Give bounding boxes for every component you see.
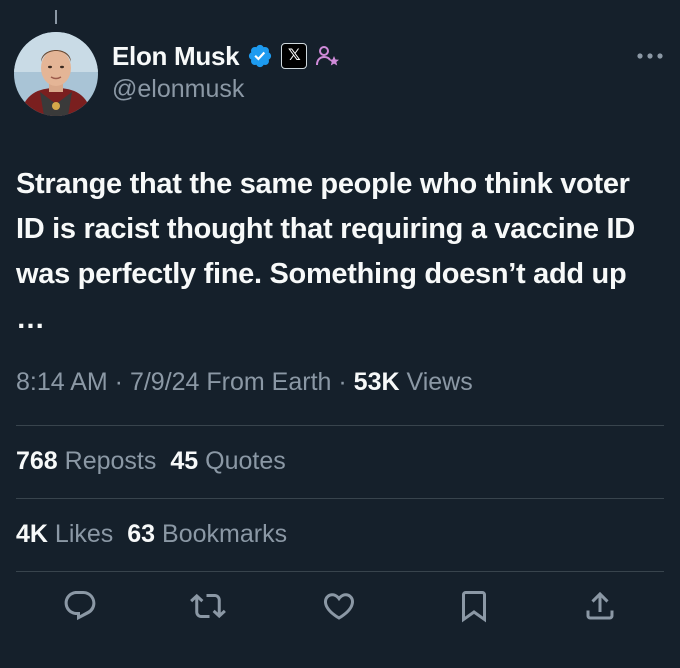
meta-separator: · (107, 368, 130, 396)
x-logo-icon[interactable]: 𝕏 (281, 43, 308, 69)
bookmarks-link[interactable]: 63 Bookmarks (127, 520, 287, 548)
person-star-icon (315, 43, 341, 69)
repost-button[interactable] (190, 588, 226, 624)
bookmarks-count: 63 (127, 520, 156, 548)
quotes-count: 45 (170, 447, 199, 475)
bookmarks-label: Bookmarks (155, 520, 288, 548)
like-button[interactable] (321, 588, 357, 624)
meta-separator: · (331, 368, 354, 396)
divider (16, 571, 664, 572)
likes-link[interactable]: 4K Likes (16, 520, 113, 548)
tweet-date[interactable]: 7/9/24 (130, 368, 200, 396)
author-handle[interactable]: @elonmusk (112, 75, 244, 104)
reposts-label: Reposts (57, 447, 157, 475)
thread-connector-line (55, 10, 57, 24)
repost-icon (190, 593, 226, 619)
share-icon (586, 591, 614, 620)
divider (16, 498, 664, 499)
share-button[interactable] (582, 588, 618, 624)
quotes-label: Quotes (198, 447, 286, 475)
tweet-time[interactable]: 8:14 AM (16, 368, 108, 396)
reposts-count: 768 (16, 447, 58, 475)
divider (16, 425, 664, 426)
verified-badge-icon[interactable] (247, 43, 273, 69)
bookmark-button[interactable] (456, 588, 492, 624)
author-name-row: Elon Musk 𝕏 (112, 40, 341, 72)
bookmark-icon (462, 591, 486, 623)
like-icon (323, 593, 355, 620)
views-label: Views (399, 368, 473, 396)
reposts-link[interactable]: 768 Reposts (16, 447, 156, 475)
reposts-quotes-row: 768 Reposts 45 Quotes (16, 447, 286, 476)
reply-icon (64, 591, 96, 621)
tweet-metadata: 8:14 AM · 7/9/24 From Earth · 53K Views (16, 368, 473, 397)
tweet-text: Strange that the same people who think v… (16, 168, 635, 335)
avatar-image (14, 32, 98, 116)
likes-bookmarks-row: 4K Likes 63 Bookmarks (16, 520, 287, 549)
quotes-link[interactable]: 45 Quotes (170, 447, 285, 475)
views-count: 53K (353, 368, 400, 396)
more-options-icon[interactable] (636, 48, 664, 64)
action-bar (0, 588, 680, 628)
tweet-location: From Earth (199, 368, 332, 396)
reply-button[interactable] (62, 588, 98, 624)
display-name[interactable]: Elon Musk (112, 41, 240, 72)
avatar[interactable] (14, 32, 98, 116)
likes-label: Likes (47, 520, 114, 548)
likes-count: 4K (16, 520, 48, 548)
